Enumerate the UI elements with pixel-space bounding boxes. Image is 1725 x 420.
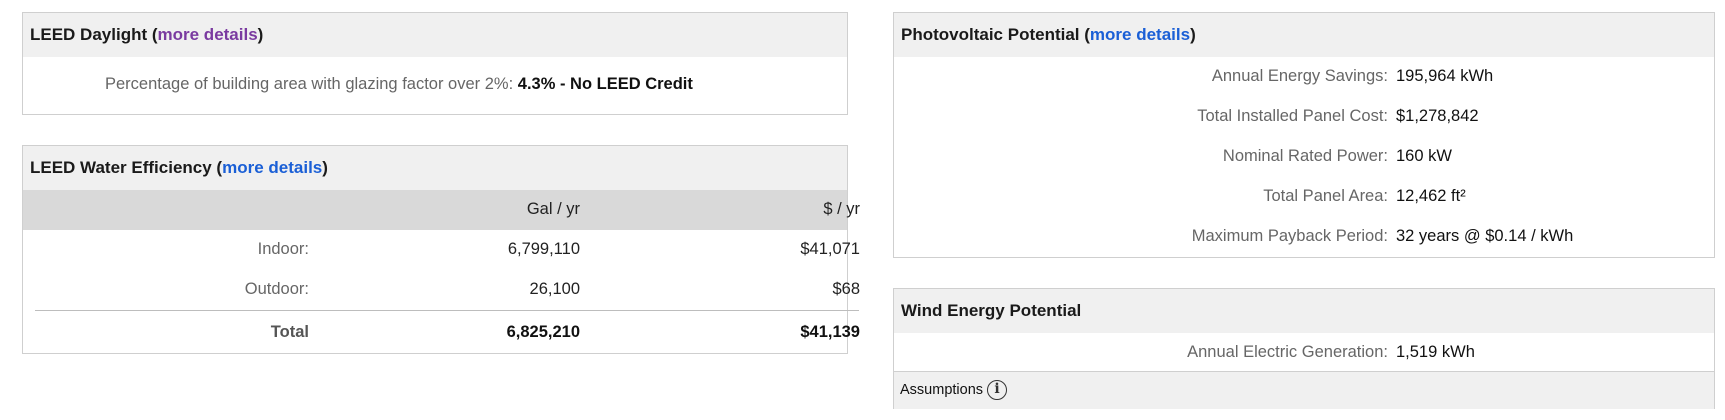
outdoor-cost: $68 <box>832 280 860 298</box>
glazing-factor-line: Percentage of building area with glazing… <box>105 75 693 94</box>
annual-energy-savings-label: Annual Energy Savings: <box>1211 67 1388 85</box>
payback-period-label: Maximum Payback Period: <box>1191 227 1388 245</box>
wind-energy-title: Wind Energy Potential <box>901 301 1082 320</box>
leed-daylight-title: LEED Daylight <box>30 25 148 44</box>
panel-cost-value: $1,278,842 <box>1396 107 1479 125</box>
leed-daylight-more-details-link[interactable]: more details <box>158 25 258 44</box>
indoor-label: Indoor: <box>257 240 309 258</box>
photovoltaic-more-details-link[interactable]: more details <box>1090 25 1190 44</box>
total-cost: $41,139 <box>800 323 860 341</box>
panel-cost-label: Total Installed Panel Cost: <box>1197 107 1388 125</box>
leed-water-header: LEED Water Efficiency (more details) <box>23 146 847 190</box>
assumptions-bar: Assumptions i <box>894 371 1714 409</box>
photovoltaic-title: Photovoltaic Potential <box>901 25 1080 44</box>
info-icon[interactable]: i <box>987 380 1008 401</box>
rated-power-label: Nominal Rated Power: <box>1222 147 1388 165</box>
total-divider <box>35 310 859 311</box>
assumptions-label: Assumptions <box>900 382 984 398</box>
panel-area-value: 12,462 ft² <box>1396 187 1466 205</box>
payback-period-value: 32 years @ $0.14 / kWh <box>1396 227 1574 245</box>
leed-daylight-panel: LEED Daylight (more details) Percentage … <box>22 12 848 115</box>
outdoor-label: Outdoor: <box>244 280 309 298</box>
annual-energy-savings-value: 195,964 kWh <box>1396 67 1494 85</box>
leed-water-more-details-link[interactable]: more details <box>222 158 322 177</box>
glazing-factor-result: 4.3% - No LEED Credit <box>517 75 693 93</box>
photovoltaic-header: Photovoltaic Potential (more details) <box>894 13 1714 57</box>
total-gal: 6,825,210 <box>506 323 580 341</box>
leed-daylight-header: LEED Daylight (more details) <box>23 13 847 57</box>
leed-water-panel: LEED Water Efficiency (more details) Gal… <box>22 145 860 354</box>
leed-water-title: LEED Water Efficiency <box>30 158 212 177</box>
wind-energy-panel: Wind Energy Potential Annual Electric Ge… <box>893 288 1715 409</box>
annual-electric-generation-label: Annual Electric Generation: <box>1187 343 1388 361</box>
cost-per-yr-header: $ / yr <box>823 200 860 218</box>
outdoor-gal: 26,100 <box>529 280 580 298</box>
gal-per-yr-header: Gal / yr <box>526 200 580 218</box>
glazing-factor-label: Percentage of building area with glazing… <box>105 75 514 93</box>
annual-electric-generation-value: 1,519 kWh <box>1396 343 1475 361</box>
indoor-cost: $41,071 <box>800 240 860 258</box>
photovoltaic-panel: Photovoltaic Potential (more details) An… <box>893 12 1715 258</box>
rated-power-value: 160 kW <box>1396 147 1452 165</box>
wind-energy-header: Wind Energy Potential <box>894 289 1714 333</box>
total-label: Total <box>270 323 309 341</box>
panel-area-label: Total Panel Area: <box>1263 187 1388 205</box>
indoor-gal: 6,799,110 <box>507 240 580 258</box>
